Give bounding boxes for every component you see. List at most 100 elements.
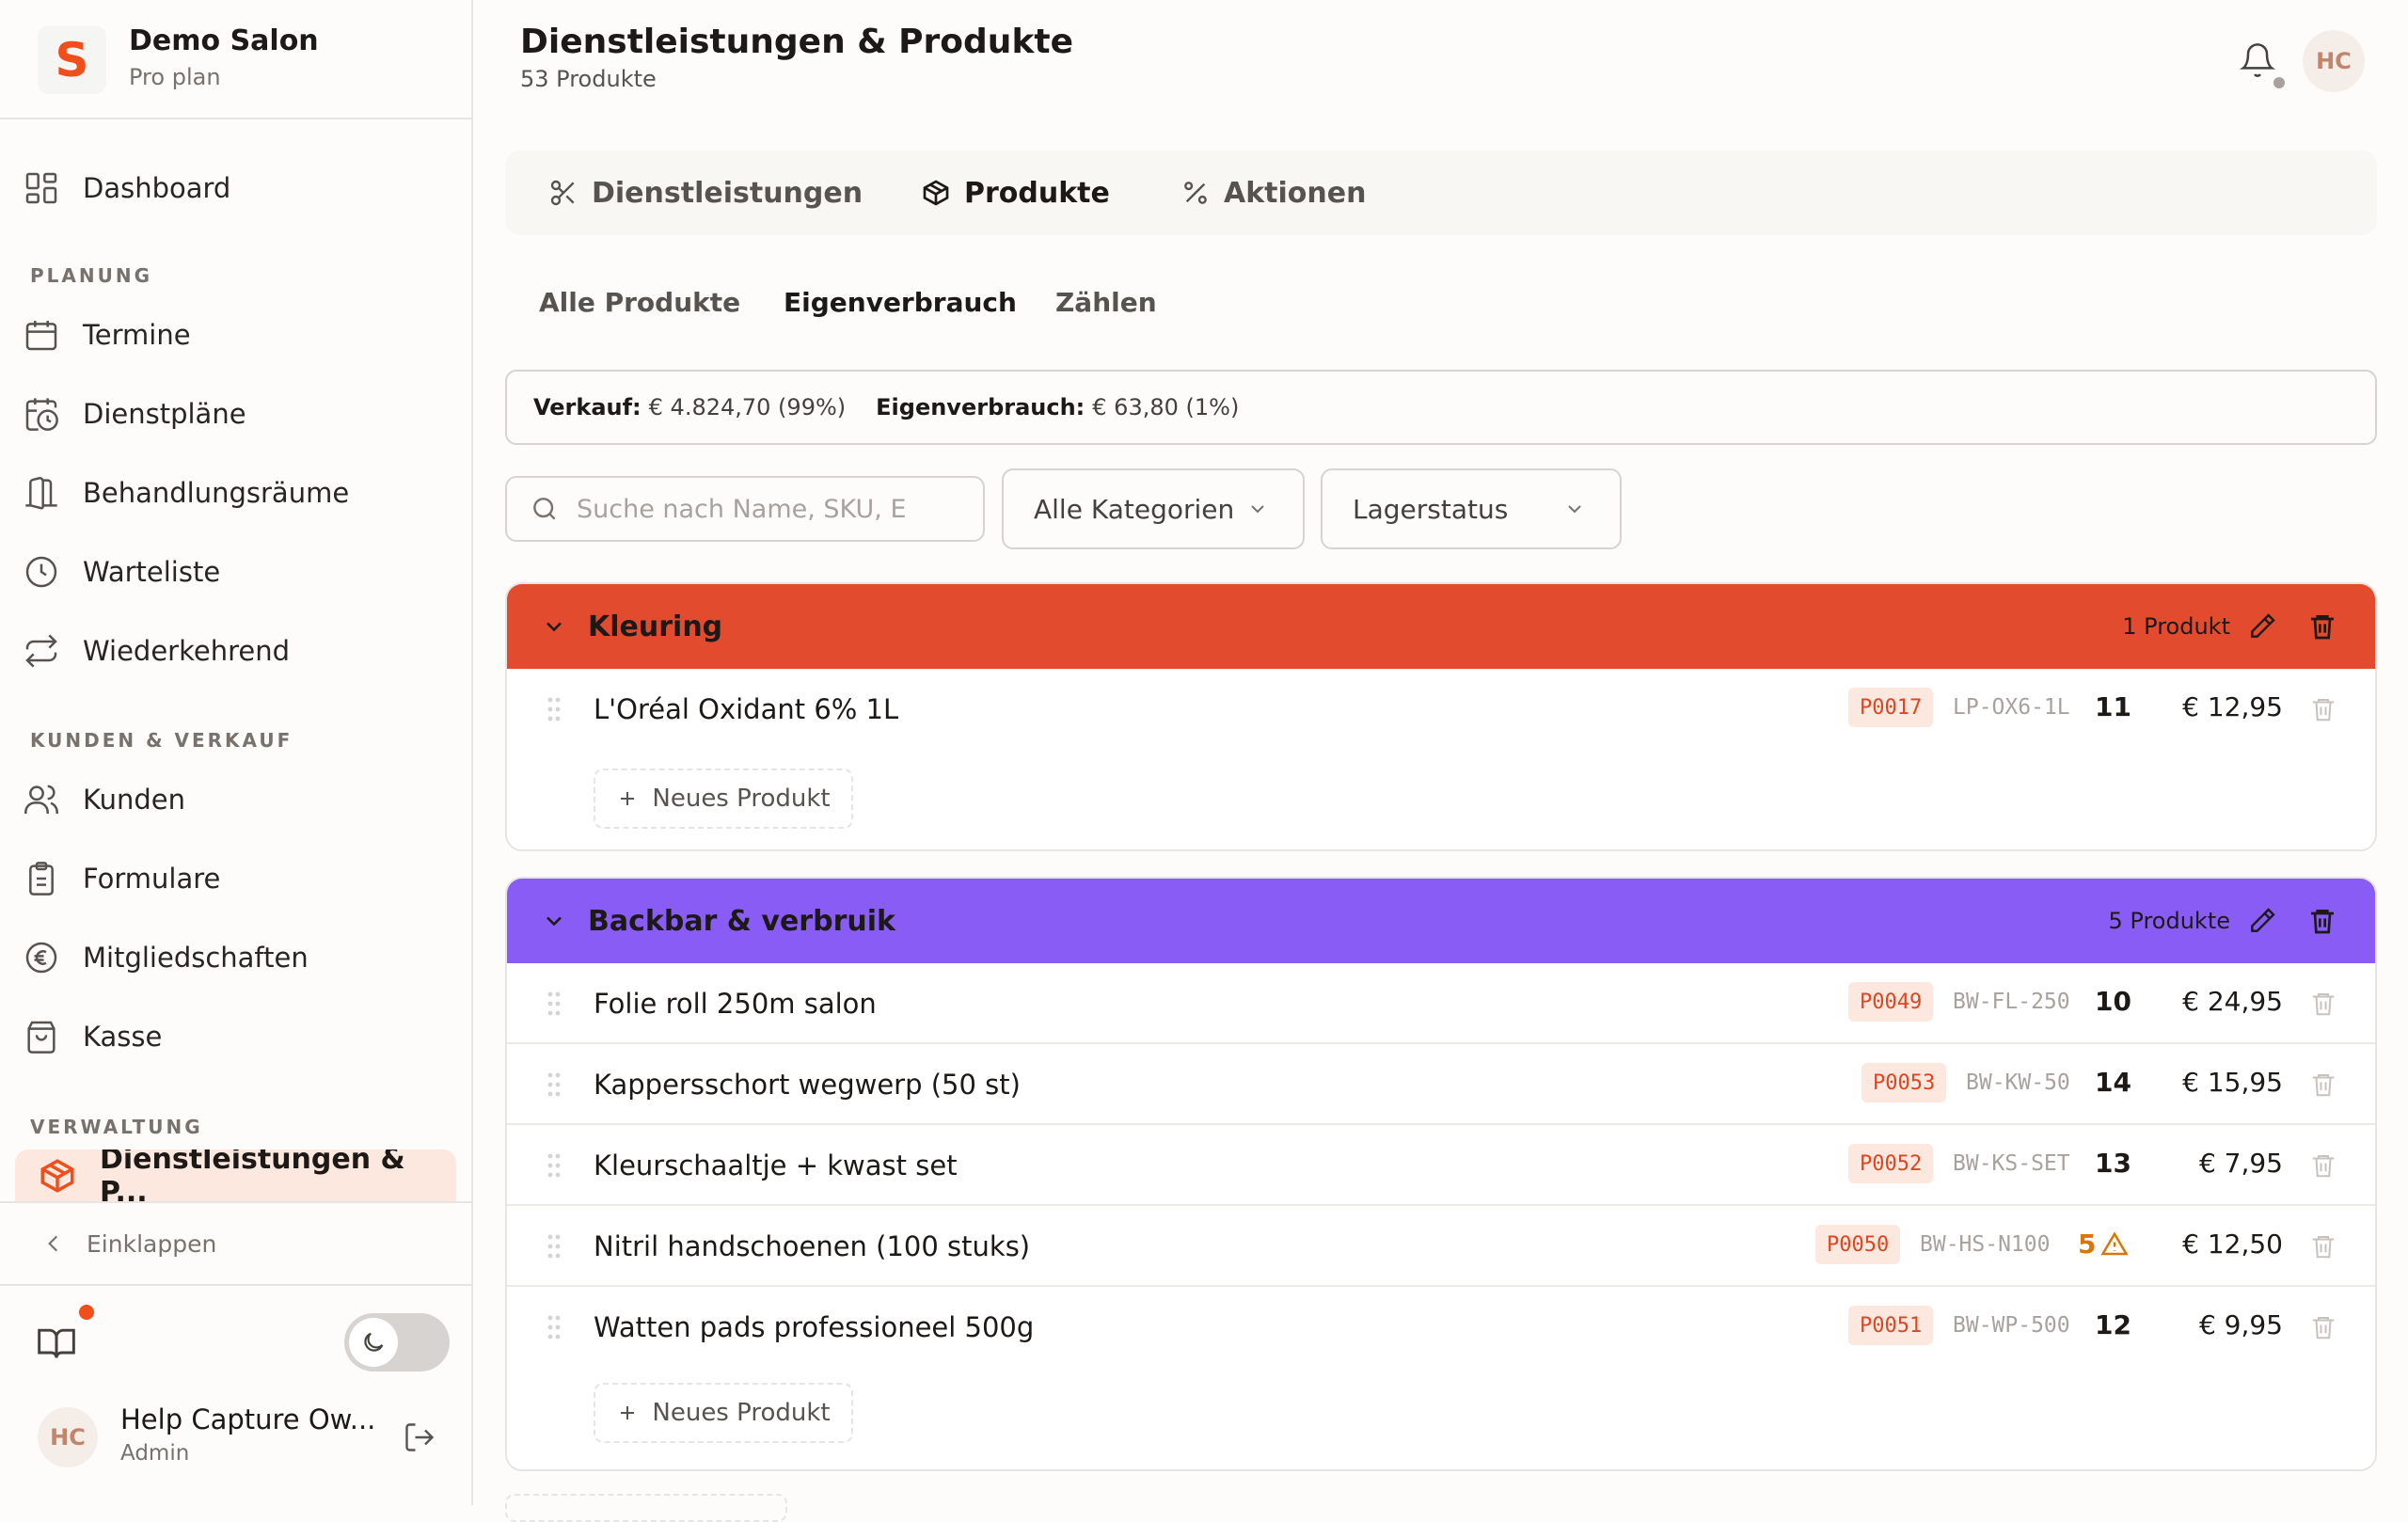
moon-icon (364, 1332, 384, 1352)
category-select[interactable]: Alle Kategorien (1002, 468, 1305, 549)
sidebar-item-termine[interactable]: Termine (23, 305, 455, 365)
search-input[interactable] (577, 494, 953, 524)
product-code-badge: P0050 (1815, 1225, 1901, 1264)
sidebar-item-formulare[interactable]: Formulare (23, 848, 455, 909)
scissors-icon (550, 180, 575, 206)
product-row[interactable]: Kleurschaaltje + kwast set P0052 BW-KS-S… (507, 1125, 2375, 1206)
stock-status-select[interactable]: Lagerstatus (1321, 468, 1622, 549)
product-quantity: 12 (2095, 1309, 2131, 1340)
trash-icon[interactable] (2309, 990, 2337, 1018)
avatar[interactable]: HC (2303, 30, 2365, 92)
notification-dot (79, 1305, 94, 1320)
sidebar-item-warteliste[interactable]: Warteliste (23, 542, 455, 602)
subtab-alle-produkte[interactable]: Alle Produkte (539, 287, 740, 318)
product-row[interactable]: Kappersschort wegwerp (50 st) P0053 BW-K… (507, 1044, 2375, 1125)
sidebar-item-kunden[interactable]: Kunden (23, 769, 455, 830)
chevron-down-icon[interactable] (541, 613, 567, 640)
product-code-badge: P0051 (1848, 1306, 1934, 1345)
chevron-down-icon[interactable] (541, 908, 567, 934)
collapse-sidebar-button[interactable]: Einklappen (0, 1201, 473, 1286)
clipboard-icon (29, 862, 54, 896)
trash-icon[interactable] (2309, 1070, 2337, 1099)
new-product-button[interactable]: Neues Produkt (594, 1383, 853, 1443)
chevron-left-icon (48, 1235, 58, 1252)
product-row[interactable]: Folie roll 250m salon P0049 BW-FL-250 10… (507, 963, 2375, 1044)
product-name: Kappersschort wegwerp (50 st) (594, 1069, 1021, 1101)
plus-icon (621, 1406, 635, 1419)
new-product-button[interactable]: Neues Produkt (594, 769, 853, 829)
warning-triangle-icon (2100, 1231, 2129, 1256)
product-price: € 7,95 (2198, 1148, 2283, 1179)
drag-handle-icon[interactable] (547, 1233, 562, 1260)
section-label-planung: PLANUNG (30, 264, 153, 287)
tab-label: Produkte (964, 176, 1110, 210)
section-label-kunden: KUNDEN & VERKAUF (30, 729, 293, 752)
avatar[interactable]: HC (38, 1407, 98, 1467)
drag-handle-icon[interactable] (547, 1152, 562, 1179)
tab-aktionen[interactable]: Aktionen (1180, 151, 1366, 235)
salon-plan: Pro plan (129, 64, 221, 90)
sidebar-item-kasse[interactable]: Kasse (23, 1007, 455, 1067)
sidebar-item-mitgliedschaften[interactable]: Mitgliedschaften (23, 927, 455, 988)
sidebar-item-dienstleistungen-produkte[interactable]: Dienstleistungen & P... (15, 1149, 456, 1202)
subtab-zaehlen[interactable]: Zählen (1055, 287, 1157, 318)
trash-icon[interactable] (2309, 1151, 2337, 1180)
eigenverbrauch-value: € 63,80 (1%) (1092, 394, 1240, 420)
verkauf-label: Verkauf: (533, 394, 642, 420)
new-product-label: Neues Produkt (652, 1399, 831, 1427)
sidebar-item-wiederkehrend[interactable]: Wiederkehrend (23, 621, 455, 681)
category-header[interactable]: Kleuring 1 Produkt (507, 584, 2375, 669)
percent-icon (1184, 182, 1207, 204)
drag-handle-icon[interactable] (547, 991, 562, 1017)
collapse-label: Einklappen (87, 1229, 217, 1258)
drag-handle-icon[interactable] (547, 696, 562, 722)
trash-icon[interactable] (2309, 1313, 2337, 1341)
trash-icon[interactable] (2307, 906, 2337, 936)
product-sku: BW-FL-250 (1953, 990, 2070, 1014)
users-icon (24, 785, 58, 814)
bell-icon[interactable] (2239, 41, 2276, 79)
product-sku: BW-HS-N100 (1920, 1232, 2051, 1257)
pencil-icon[interactable] (2247, 906, 2277, 936)
logout-icon[interactable] (403, 1420, 436, 1454)
sidebar-item-behandlungsraeume[interactable]: Behandlungsräume (23, 463, 455, 523)
brand-header[interactable]: S Demo Salon Pro plan (0, 0, 473, 119)
add-category-placeholder[interactable] (505, 1494, 787, 1522)
repeat-icon (25, 634, 57, 668)
dark-mode-toggle[interactable] (344, 1313, 450, 1371)
search-icon (533, 498, 556, 520)
sidebar-item-label: Termine (83, 319, 191, 351)
product-code-badge: P0049 (1848, 982, 1934, 1022)
dashboard-icon (25, 172, 57, 204)
product-row[interactable]: Watten pads professioneel 500g P0051 BW-… (507, 1287, 2375, 1368)
product-quantity: 10 (2095, 986, 2131, 1017)
door-icon (25, 477, 57, 510)
verkauf-value: € 4.824,70 (99%) (648, 394, 847, 420)
sidebar-item-label: Mitgliedschaften (83, 942, 309, 974)
subtab-eigenverbrauch[interactable]: Eigenverbrauch (784, 287, 1017, 318)
sidebar-item-label: Formulare (83, 863, 221, 895)
category-title: Kleuring (588, 610, 723, 643)
stock-select-value: Lagerstatus (1353, 493, 1509, 525)
drag-handle-icon[interactable] (547, 1071, 562, 1098)
trash-icon[interactable] (2307, 611, 2337, 642)
search-field[interactable] (505, 476, 985, 542)
product-row[interactable]: Nitril handschoenen (100 stuks) P0050 BW… (507, 1206, 2375, 1287)
shopping-bag-icon (27, 1021, 55, 1054)
trash-icon[interactable] (2309, 1232, 2337, 1260)
trash-icon[interactable] (2309, 695, 2337, 723)
notification-indicator (2273, 77, 2285, 88)
sidebar-item-dienstplaene[interactable]: Dienstpläne (23, 384, 455, 444)
drag-handle-icon[interactable] (547, 1314, 562, 1340)
pencil-icon[interactable] (2247, 611, 2277, 642)
sidebar-item-dashboard[interactable]: Dashboard (23, 158, 455, 218)
tab-produkte[interactable]: Produkte (921, 151, 1110, 235)
tab-dienstleistungen[interactable]: Dienstleistungen (548, 151, 863, 235)
sidebar-item-label: Kunden (83, 784, 185, 816)
sidebar-item-label: Wiederkehrend (83, 635, 291, 667)
product-price: € 12,95 (2182, 691, 2283, 722)
book-open-icon[interactable] (36, 1322, 77, 1363)
category-count: 1 Produkt (2122, 613, 2230, 640)
category-header[interactable]: Backbar & verbruik 5 Produkte (507, 879, 2375, 963)
product-row[interactable]: L'Oréal Oxidant 6% 1L P0017 LP-OX6-1L 11… (507, 669, 2375, 750)
